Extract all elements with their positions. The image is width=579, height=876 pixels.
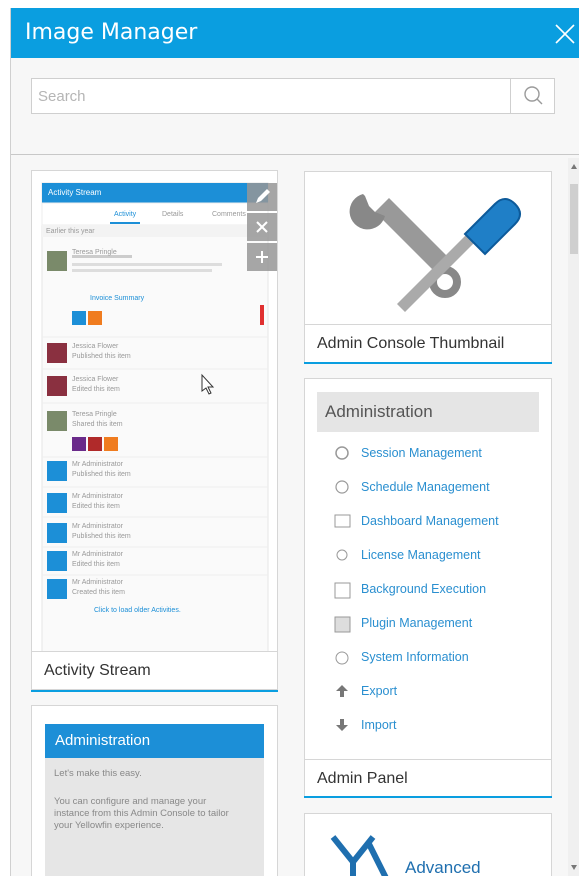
preview-entry-name: Jessica Flower [72,376,119,383]
scroll-thumb[interactable] [570,184,578,254]
admin-panel-heading: Administration [317,392,539,432]
admin-item: Background Execution [361,582,487,596]
preview-section: Earlier this year [46,228,95,235]
card-underline [31,690,278,692]
admin-item: License Management [361,548,481,562]
admin-item: Schedule Management [361,480,490,494]
admin-item: System Information [361,650,469,664]
preview-tab-details: Details [162,211,184,218]
delete-image-button[interactable] [247,213,277,241]
preview-entry-text: Shared this item [72,421,123,428]
preview-entry-text: Edited this item [72,561,120,568]
admin-item: Export [361,684,398,698]
title-bar: Image Manager [11,8,579,58]
preview-entry-name: Mr Administrator [72,461,123,468]
card-label: Admin Console Thumbnail [305,324,551,362]
advanced-logo-text: Advanced [405,858,481,876]
search-input[interactable] [32,79,510,113]
welcome-line2: You can configure and manage your instan… [54,796,229,831]
image-card-admin-panel[interactable]: Administration Session Management Schedu… [304,378,552,798]
preview-entry-text: Published this item [72,533,131,540]
image-card-activity-stream[interactable]: Activity Stream Activity Details Comment… [31,170,278,690]
preview-entry-name: Invoice Summary [90,295,145,302]
vertical-scrollbar[interactable] [568,158,579,876]
search-bar [31,78,555,114]
tools-icon [349,194,521,312]
preview-entry-text: Edited this item [72,503,120,510]
preview-tab-comments: Comments [212,211,246,218]
yellowfin-logo-icon [330,835,389,876]
image-card-admin-console-thumbnail[interactable]: Admin Console Thumbnail [304,171,552,363]
image-manager-dialog: Image Manager Search Activity Stream Act… [10,8,579,876]
preview-entry-name: Teresa Pringle [72,411,117,418]
header-divider [11,154,579,155]
image-card-administration-welcome[interactable]: Administration Let's make this easy. You… [31,705,278,876]
preview-entry-text: Published this item [72,471,131,478]
preview-entry-text: Published this item [72,353,131,360]
edit-image-button[interactable] [247,183,277,211]
admin-item: Plugin Management [361,616,473,630]
add-image-button[interactable] [247,243,277,271]
close-icon [555,24,575,44]
load-older-link: Click to load older Activities. [94,607,181,614]
preview-entry-name: Mr Administrator [72,551,123,558]
preview-entry-name: Mr Administrator [72,579,123,586]
card-label: Activity Stream [32,651,277,689]
preview-entry-name: Mr Administrator [72,493,123,500]
preview-header: Activity Stream [44,185,106,200]
card-underline [304,796,552,798]
card-underline [304,362,552,364]
preview-entry-name: Teresa Pringle [72,249,117,256]
preview-entry-name: Mr Administrator [72,523,123,530]
admin-item: Import [361,718,397,732]
scroll-up-icon[interactable] [570,162,578,172]
admin-item: Dashboard Management [361,514,499,528]
preview-entry-name: Jessica Flower [72,343,119,350]
card-label: Admin Panel [305,759,551,797]
pencil-icon [256,189,270,203]
dialog-title: Image Manager [25,20,198,45]
admin-item: Session Management [361,446,482,460]
welcome-line1: Let's make this easy. [54,768,142,779]
search-button[interactable] [510,79,554,113]
close-icon [256,221,268,233]
plus-icon [256,251,268,263]
search-icon [524,86,543,105]
preview-entry-text: Edited this item [72,386,120,393]
welcome-header: Administration [45,724,264,758]
activity-stream-preview [41,182,269,651]
image-card-advanced[interactable]: Advanced [304,813,552,876]
close-button[interactable] [551,20,579,48]
preview-entry-text: Created this item [72,589,125,596]
scroll-down-icon[interactable] [570,862,578,872]
preview-tab-activity: Activity [114,211,137,218]
